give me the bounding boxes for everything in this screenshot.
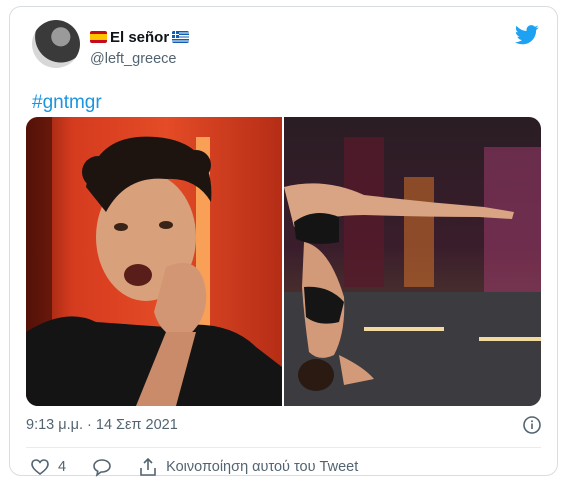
share-icon <box>140 457 156 476</box>
reply-bubble-icon <box>93 459 111 477</box>
media-photo-right[interactable] <box>284 117 541 406</box>
tweet-actions: 4 Κοινοποίηση αυτού του Tweet <box>30 457 384 477</box>
author-handle[interactable]: @left_greece <box>90 51 176 67</box>
media-photo-left[interactable] <box>26 117 282 406</box>
heart-icon <box>31 459 49 476</box>
divider <box>26 447 541 448</box>
share-label: Κοινοποίηση αυτού του Tweet <box>166 459 359 475</box>
like-count: 4 <box>58 459 67 475</box>
author-name[interactable]: El señor <box>110 29 169 46</box>
twitter-bird-icon[interactable] <box>515 25 539 45</box>
media-grid <box>26 117 541 406</box>
info-icon[interactable] <box>523 416 541 434</box>
photo-dancer <box>284 137 541 406</box>
greece-flag-icon <box>172 31 190 43</box>
avatar[interactable] <box>32 20 80 68</box>
timestamp[interactable]: 9:13 μ.μ. · 14 Σεπ 2021 <box>26 417 178 433</box>
reply-button[interactable] <box>92 457 112 477</box>
author-name-row[interactable]: El señor <box>90 27 190 47</box>
hashtag-link[interactable]: #gntmgr <box>32 92 102 114</box>
like-button[interactable]: 4 <box>30 457 66 477</box>
tweet-meta-row: 9:13 μ.μ. · 14 Σεπ 2021 <box>26 416 541 434</box>
photo-young-man <box>26 117 282 406</box>
spain-flag-icon <box>90 31 107 43</box>
share-button[interactable]: Κοινοποίηση αυτού του Tweet <box>138 457 358 477</box>
tweet-card[interactable]: El señor @left_greece #gntmgr 9:13 μ.μ. … <box>9 6 558 477</box>
